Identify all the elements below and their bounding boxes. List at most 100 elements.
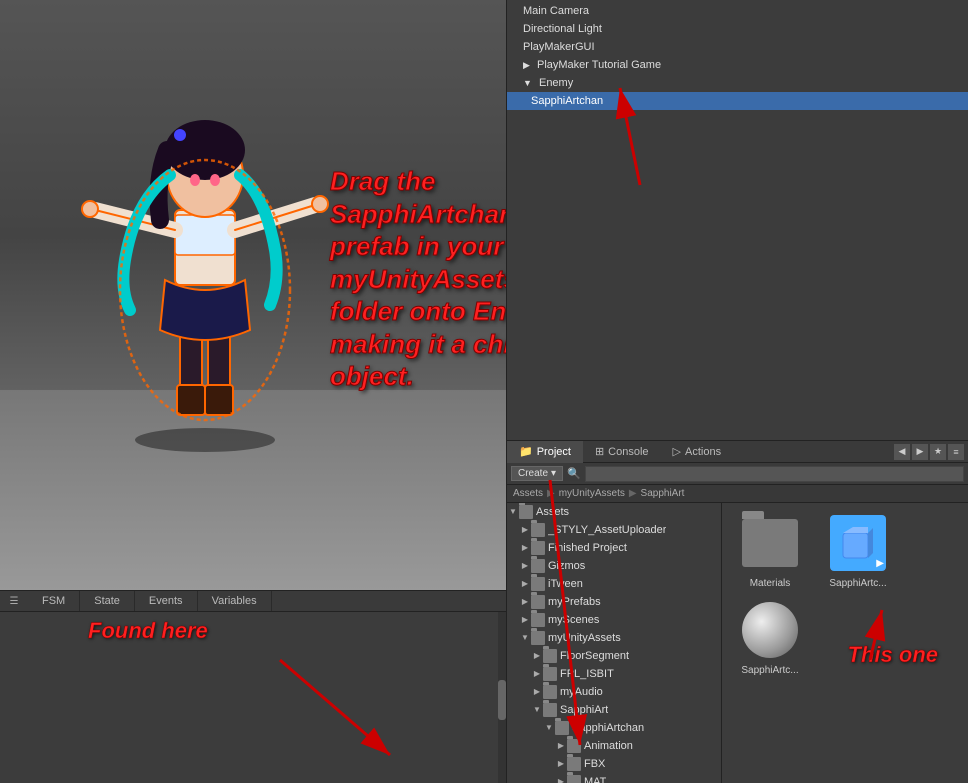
itween-folder-icon — [531, 577, 545, 591]
tree-fbx[interactable]: ▶ FBX — [507, 755, 721, 773]
fpl-folder-icon — [543, 667, 557, 681]
tree-assets-root[interactable]: ▼ Assets — [507, 503, 721, 521]
breadcrumb-sapphiart[interactable]: SapphiArt — [641, 488, 685, 499]
collapse-icon[interactable]: ☰ — [0, 591, 28, 611]
hierarchy-item-playmaker-gui[interactable]: PlayMakerGUI — [507, 38, 968, 56]
tab-console[interactable]: ⊞ Console — [583, 441, 661, 463]
sapphiartchan-folder-icon — [555, 721, 569, 735]
tree-myaudio[interactable]: ▶ myAudio — [507, 683, 721, 701]
hierarchy-item-main-camera[interactable]: Main Camera — [507, 2, 968, 20]
tree-styly[interactable]: ▶ _STYLY_AssetUploader — [507, 521, 721, 539]
hierarchy-item-tutorial-game[interactable]: ▶ PlayMaker Tutorial Game — [507, 56, 968, 74]
fsm-panel: ☰ FSM State Events Variables — [0, 590, 506, 783]
gizmos-folder-icon — [531, 559, 545, 573]
expand-icon-finished: ▶ — [519, 540, 531, 556]
tree-floorsegment[interactable]: ▶ FloorSegment — [507, 647, 721, 665]
expand-icon-fbx: ▶ — [555, 756, 567, 772]
drag-instruction-text: Drag the SapphiArtchan prefab in your my… — [330, 165, 506, 393]
search-icon: 🔍 — [567, 467, 581, 480]
sapphi-prefab-icon — [830, 515, 886, 571]
tab-variables[interactable]: Variables — [198, 591, 272, 611]
grid-item-materials[interactable]: Materials — [730, 511, 810, 590]
tree-myprefabs[interactable]: ▶ myPrefabs — [507, 593, 721, 611]
tab-fsm[interactable]: FSM — [28, 591, 80, 611]
grid-item-sapphi-prefab[interactable]: SapphiArtc... — [818, 511, 898, 590]
breadcrumb-myunityassets[interactable]: myUnityAssets — [559, 488, 625, 499]
finished-folder-icon — [531, 541, 545, 555]
materials-icon-wrapper — [738, 511, 802, 575]
tree-sapphiart[interactable]: ▼ SapphiArt — [507, 701, 721, 719]
expand-icon-myaudio: ▶ — [531, 684, 543, 700]
tab-actions[interactable]: ▷ Actions — [661, 441, 734, 463]
tree-sapphiartchan[interactable]: ▼ SapphiArtchan — [507, 719, 721, 737]
scene-view: Drag the SapphiArtchan prefab in your my… — [0, 0, 506, 590]
create-dropdown-arrow: ▾ — [551, 468, 556, 479]
tree-myunityassets[interactable]: ▼ myUnityAssets — [507, 629, 721, 647]
tree-myscenes[interactable]: ▶ myScenes — [507, 611, 721, 629]
breadcrumb-assets[interactable]: Assets — [513, 488, 543, 499]
sapphiart-folder-icon — [543, 703, 557, 717]
tab-btn-menu[interactable]: ≡ — [948, 444, 964, 460]
console-icon: ⊞ — [595, 445, 604, 458]
expand-icon-sapphiartchan: ▼ — [543, 720, 555, 736]
tree-finished-project[interactable]: ▶ Finished Project — [507, 539, 721, 557]
file-tree[interactable]: ▼ Assets ▶ _STYLY_AssetUploader ▶ Finish… — [507, 503, 722, 783]
sapphi-prefab-label: SapphiArtc... — [829, 578, 886, 590]
tab-state[interactable]: State — [80, 591, 135, 611]
sapphi-sphere-icon — [742, 602, 798, 658]
create-button[interactable]: Create ▾ — [511, 466, 563, 481]
materials-label: Materials — [750, 578, 791, 590]
folder-icon: 📁 — [519, 445, 533, 458]
actions-icon: ▷ — [673, 445, 681, 458]
tab-project[interactable]: 📁 Project — [507, 441, 583, 463]
tree-gizmos[interactable]: ▶ Gizmos — [507, 557, 721, 575]
project-panel-tabs: 📁 Project ⊞ Console ▷ Actions ◀ ▶ ★ ≡ — [507, 441, 968, 463]
tree-animation[interactable]: ▶ Animation — [507, 737, 721, 755]
search-input[interactable] — [585, 466, 964, 482]
fsm-tabs: ☰ FSM State Events Variables — [0, 591, 506, 612]
hierarchy-item-dir-light[interactable]: Directional Light — [507, 20, 968, 38]
tree-mat[interactable]: ▶ MAT — [507, 773, 721, 783]
expand-icon-styly: ▶ — [519, 522, 531, 538]
project-toolbar: Create ▾ 🔍 — [507, 463, 968, 485]
tab-btn-1[interactable]: ◀ — [894, 444, 910, 460]
fsm-scrollbar[interactable] — [498, 612, 506, 783]
project-panel: 📁 Project ⊞ Console ▷ Actions ◀ ▶ ★ ≡ Cr… — [506, 440, 968, 783]
tree-fpl[interactable]: ▶ FPL_ISBIT — [507, 665, 721, 683]
hierarchy-panel: Main Camera Directional Light PlayMakerG… — [506, 0, 968, 440]
hierarchy-item-sapphi[interactable]: SapphiArtchan — [507, 92, 968, 110]
fsm-scrollbar-thumb[interactable] — [498, 680, 506, 720]
myunity-folder-icon — [531, 631, 545, 645]
tab-action-buttons: ◀ ▶ ★ ≡ — [894, 444, 968, 460]
expand-icon-mat: ▶ — [555, 774, 567, 783]
expand-icon-assets: ▼ — [507, 504, 519, 520]
assets-folder-icon — [519, 505, 533, 519]
mat-folder-icon — [567, 775, 581, 783]
character-container — [65, 20, 345, 460]
breadcrumb-sep-1: ▶ — [547, 488, 555, 499]
hierarchy-item-enemy[interactable]: ▼ Enemy — [507, 74, 968, 92]
myprefabs-folder-icon — [531, 595, 545, 609]
sapphi-mesh-icon-wrapper — [738, 598, 802, 662]
found-here-label: Found here — [88, 618, 208, 644]
expand-icon-myscenes: ▶ — [519, 612, 531, 628]
tab-events[interactable]: Events — [135, 591, 198, 611]
breadcrumb-bar: Assets ▶ myUnityAssets ▶ SapphiArt — [507, 485, 968, 503]
myscenes-folder-icon — [531, 613, 545, 627]
fsm-content — [0, 612, 506, 783]
fbx-folder-icon — [567, 757, 581, 771]
styly-folder-icon — [531, 523, 545, 537]
sapphi-prefab-icon-wrapper — [826, 511, 890, 575]
grid-item-sapphi-mesh[interactable]: SapphiArtc... — [730, 598, 810, 677]
hierarchy-items: Main Camera Directional Light PlayMakerG… — [507, 0, 968, 112]
expand-arrow-tutorial: ▶ — [523, 57, 530, 73]
tab-btn-star[interactable]: ★ — [930, 444, 946, 460]
expand-icon-myunity: ▼ — [519, 630, 531, 646]
this-one-label: This one — [848, 642, 938, 668]
sapphi-mesh-label: SapphiArtc... — [741, 665, 798, 677]
tree-itween[interactable]: ▶ iTween — [507, 575, 721, 593]
breadcrumb-sep-2: ▶ — [629, 488, 637, 499]
expand-icon-fpl: ▶ — [531, 666, 543, 682]
tab-btn-2[interactable]: ▶ — [912, 444, 928, 460]
expand-arrow-enemy: ▼ — [523, 75, 532, 91]
